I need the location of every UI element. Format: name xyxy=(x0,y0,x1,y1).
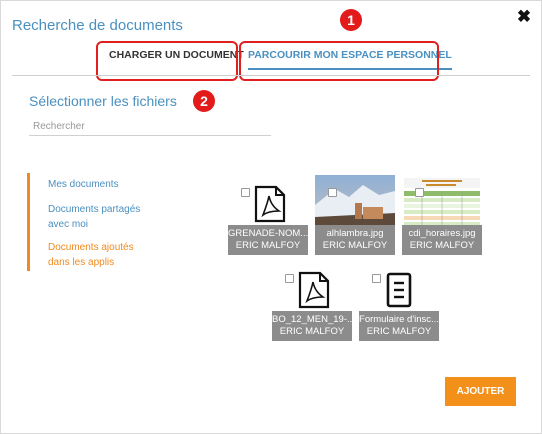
file-checkbox[interactable] xyxy=(372,274,381,283)
file-owner: ERIC MALFOY xyxy=(235,240,301,251)
file-name: cdi_horaires.jpg xyxy=(408,228,476,239)
file-tile[interactable]: BO_12_MEN_19-... ERIC MALFOY xyxy=(272,261,352,341)
close-icon[interactable]: ✖ xyxy=(515,8,533,26)
file-owner: ERIC MALFOY xyxy=(322,240,388,251)
file-tile[interactable]: GRENADE-NOM... ERIC MALFOY xyxy=(228,175,308,255)
search-input[interactable] xyxy=(29,118,271,136)
file-checkbox[interactable] xyxy=(285,274,294,283)
document-search-dialog: Recherche de documents ✖ 1 CHARGER UN DO… xyxy=(0,0,542,434)
pdf-file-icon xyxy=(254,185,286,223)
annotation-marker-1: 1 xyxy=(340,9,362,31)
file-name: alhlambra.jpg xyxy=(326,228,384,239)
file-owner: ERIC MALFOY xyxy=(366,326,432,337)
file-checkbox[interactable] xyxy=(241,188,250,197)
file-tile[interactable]: alhlambra.jpg ERIC MALFOY xyxy=(315,175,395,255)
folder-sidebar: Mes documents Documents partagés avec mo… xyxy=(27,173,177,271)
file-tile[interactable]: cdi_horaires.jpg ERIC MALFOY xyxy=(402,175,482,255)
dialog-title: Recherche de documents xyxy=(12,17,183,34)
file-name: BO_12_MEN_19-... xyxy=(272,314,352,325)
file-owner: ERIC MALFOY xyxy=(409,240,475,251)
section-title: Sélectionner les fichiers xyxy=(29,93,177,109)
text-document-icon xyxy=(386,272,412,308)
file-label: cdi_horaires.jpg ERIC MALFOY xyxy=(402,225,482,255)
file-name: Formulaire d'insc... xyxy=(359,314,439,325)
file-name: GRENADE-NOM... xyxy=(228,228,308,239)
annotation-marker-2: 2 xyxy=(193,90,215,112)
file-label: BO_12_MEN_19-... ERIC MALFOY xyxy=(272,311,352,341)
file-label: GRENADE-NOM... ERIC MALFOY xyxy=(228,225,308,255)
tabs-divider xyxy=(12,75,530,76)
sidebar-item-my-documents[interactable]: Mes documents xyxy=(48,177,119,192)
add-button[interactable]: AJOUTER xyxy=(445,377,516,406)
sidebar-item-shared-with-me[interactable]: Documents partagés avec moi xyxy=(48,202,158,232)
file-checkbox[interactable] xyxy=(415,188,424,197)
pdf-file-icon xyxy=(298,271,330,309)
file-checkbox[interactable] xyxy=(328,188,337,197)
sidebar-item-added-in-apps[interactable]: Documents ajoutés dans les applis xyxy=(48,240,158,270)
file-label: Formulaire d'insc... ERIC MALFOY xyxy=(359,311,439,341)
file-owner: ERIC MALFOY xyxy=(279,326,345,337)
file-tile[interactable]: Formulaire d'insc... ERIC MALFOY xyxy=(359,261,439,341)
file-label: alhlambra.jpg ERIC MALFOY xyxy=(315,225,395,255)
